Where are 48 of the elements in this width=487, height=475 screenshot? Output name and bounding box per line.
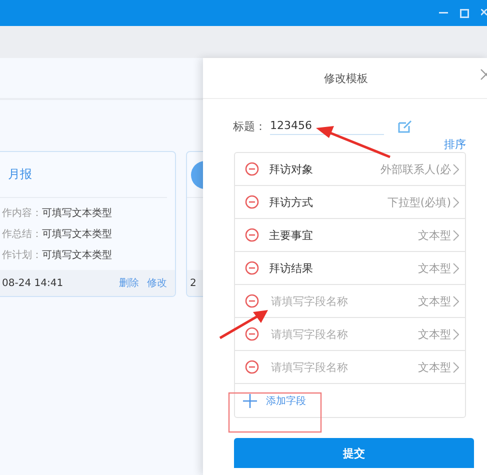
panel-title: 修改模板 (324, 70, 368, 86)
field-value: 可填写文本类型 (42, 228, 112, 242)
card-time: 08-24 14:41 (2, 278, 64, 288)
field-type[interactable]: 文本型 (418, 360, 451, 374)
remove-icon[interactable] (245, 294, 259, 308)
chevron-right-icon[interactable] (453, 362, 459, 372)
field-label: 作计划： (2, 248, 42, 263)
field-name: 拜访结果 (269, 260, 314, 276)
field-label: 作内容： (2, 206, 42, 221)
field-name: 拜访方式 (269, 194, 314, 210)
field-value: 可填写文本类型 (42, 206, 112, 221)
submit-button[interactable]: 提交 (234, 438, 474, 468)
remove-icon[interactable] (245, 228, 259, 242)
field-type[interactable]: 文本型 (418, 228, 451, 242)
chevron-right-icon[interactable] (453, 196, 459, 208)
title-label: 标题： (233, 118, 266, 134)
maximize-icon[interactable] (460, 8, 469, 18)
edit-icon[interactable] (398, 120, 412, 132)
field-name: 拜访对象 (269, 162, 314, 176)
field-label: 作总结： (2, 228, 42, 242)
minimize-icon[interactable] (439, 12, 448, 14)
chevron-right-icon[interactable] (453, 164, 459, 174)
card-link[interactable]: 修改 (147, 276, 167, 290)
remove-icon[interactable] (245, 162, 259, 176)
chevron-right-icon[interactable] (453, 296, 459, 306)
chevron-right-icon[interactable] (453, 328, 459, 340)
annotation-arrow (219, 310, 268, 340)
chevron-right-icon[interactable] (453, 262, 459, 274)
chevron-right-icon[interactable] (453, 230, 459, 240)
card-time: 2 (190, 278, 198, 288)
field-value: 可填写文本类型 (42, 248, 112, 263)
field-type[interactable]: 文本型 (418, 260, 451, 276)
field-type[interactable]: 文本型 (418, 326, 451, 342)
plus-icon (243, 394, 257, 408)
remove-icon[interactable] (245, 261, 259, 275)
add-field-button[interactable]: 添加字段 (243, 394, 306, 408)
field-type[interactable]: 下拉型(必填) (387, 194, 451, 210)
close-icon[interactable] (480, 69, 487, 80)
close-icon[interactable] (481, 8, 487, 18)
field-type[interactable]: 文本型 (418, 294, 451, 308)
sort-link[interactable]: 排序 (444, 137, 466, 152)
field-name: 主要事宜 (269, 228, 314, 242)
field-type[interactable]: 外部联系人(必 (380, 162, 451, 176)
remove-icon[interactable] (245, 327, 259, 341)
remove-icon[interactable] (245, 360, 259, 374)
card-title: 月报 (8, 166, 32, 183)
card-link[interactable]: 删除 (119, 276, 139, 290)
remove-icon[interactable] (245, 195, 259, 209)
